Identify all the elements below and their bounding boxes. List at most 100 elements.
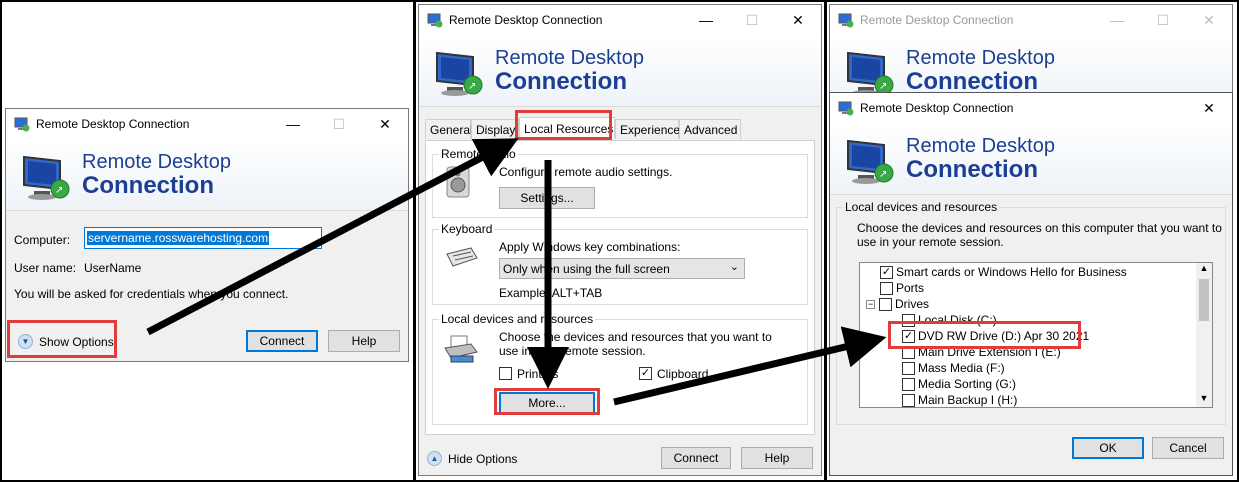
svg-text:↗: ↗ xyxy=(879,169,887,180)
tree-item[interactable]: Media Sorting (G:) xyxy=(902,377,1016,391)
computer-field[interactable]: servername.rosswarehosting.com xyxy=(84,227,322,249)
close-icon[interactable]: ✕ xyxy=(362,109,408,139)
keyboard-select[interactable]: Only when using the full screen ⌄ xyxy=(499,258,745,279)
banner-title-line1: Remote Desktop xyxy=(82,151,231,173)
tree-item[interactable]: Ports xyxy=(880,281,924,295)
tree-item-checkbox[interactable] xyxy=(902,361,915,375)
remote-desktop-icon xyxy=(838,100,854,116)
local-devices-description: Choose the devices and resources that yo… xyxy=(499,330,772,358)
tree-item[interactable]: ✓ Smart cards or Windows Hello for Busin… xyxy=(880,265,1127,279)
cancel-button[interactable]: Cancel xyxy=(1152,437,1224,459)
tab-local-resources[interactable]: Local Resources xyxy=(519,117,615,139)
tree-item[interactable]: ✓ DVD RW Drive (D:) Apr 30 2021 xyxy=(902,329,1089,343)
local-devices-label: Local devices and resources xyxy=(439,312,596,326)
title-bar: Remote Desktop Connection ✕ xyxy=(830,93,1232,123)
description-line1: Choose the devices and resources on this… xyxy=(857,221,1222,235)
tab-strip: General Display Local Resources Experien… xyxy=(425,117,815,141)
window-title: Remote Desktop Connection xyxy=(449,13,603,27)
minimize-icon[interactable]: — xyxy=(683,5,729,35)
tree-item-checkbox[interactable] xyxy=(902,345,915,359)
tree-item[interactable]: Main Backup I (H:) xyxy=(902,393,1017,407)
banner-title-line2: Connection xyxy=(495,68,627,95)
scroll-up-icon[interactable]: ▲ xyxy=(1196,263,1212,277)
help-button[interactable]: Help xyxy=(741,447,813,469)
tree-item[interactable]: Mass Media (F:) xyxy=(902,361,1005,375)
more-button[interactable]: More... xyxy=(499,392,595,414)
group-remote-audio: Remote audio Configure remote audio sett… xyxy=(432,147,808,218)
ok-button[interactable]: OK xyxy=(1072,437,1144,459)
device-tree[interactable]: ✓ Smart cards or Windows Hello for Busin… xyxy=(859,262,1213,408)
speaker-icon xyxy=(445,165,473,199)
help-button[interactable]: Help xyxy=(328,330,400,352)
tree-item-label: Ports xyxy=(896,281,925,295)
window-title: Remote Desktop Connection xyxy=(36,117,190,131)
monitor-logo-icon: ↗ xyxy=(433,49,487,99)
tab-experience[interactable]: Experience xyxy=(615,119,680,139)
connect-button[interactable]: Connect xyxy=(661,447,731,469)
minimize-icon[interactable]: — xyxy=(270,109,316,139)
tab-display[interactable]: Display xyxy=(471,119,519,139)
keyboard-label: Keyboard xyxy=(439,222,495,236)
keyboard-select-value: Only when using the full screen xyxy=(503,262,670,276)
keyboard-icon xyxy=(445,246,479,268)
tree-item[interactable]: Local Disk (C:) xyxy=(902,313,997,327)
collapse-icon[interactable]: − xyxy=(866,299,875,309)
group-label: Local devices and resources xyxy=(843,200,1000,214)
scroll-down-icon[interactable]: ▼ xyxy=(1196,393,1212,407)
show-options-button[interactable]: ▼ Show Options xyxy=(18,334,114,349)
monitor-logo-icon: ↗ xyxy=(844,137,898,187)
tree-item-checkbox[interactable] xyxy=(880,281,893,295)
dialog-back: Remote Desktop Connection — ☐ ✕ ↗ Remote… xyxy=(829,4,1233,104)
tree-item-checkbox[interactable] xyxy=(902,313,915,327)
banner: ↗ Remote Desktop Connection xyxy=(6,139,408,211)
svg-text:↗: ↗ xyxy=(468,81,476,92)
computer-field-value: servername.rosswarehosting.com xyxy=(87,231,270,245)
settings-button[interactable]: Settings... xyxy=(499,187,595,209)
close-icon[interactable]: ✕ xyxy=(1186,93,1232,123)
close-icon: ✕ xyxy=(1203,11,1215,28)
group-local-devices: Local devices and resources Choose the d… xyxy=(836,200,1226,425)
banner-title-line1: Remote Desktop xyxy=(495,47,644,69)
tree-item-checkbox[interactable] xyxy=(902,377,915,391)
tab-advanced[interactable]: Advanced xyxy=(679,119,741,139)
chevron-down-icon: ▼ xyxy=(18,334,33,349)
tree-item[interactable]: Main Drive Extension I (E:) xyxy=(902,345,1061,359)
banner-title-line2: Connection xyxy=(906,156,1038,183)
computer-label: Computer: xyxy=(14,233,71,247)
clipboard-checkbox[interactable]: ✓ xyxy=(639,367,652,380)
remote-desktop-icon xyxy=(838,12,854,28)
maximize-icon: ☐ xyxy=(1156,11,1170,28)
tree-item-label: DVD RW Drive (D:) Apr 30 2021 xyxy=(918,329,1090,343)
tree-item-checkbox[interactable]: ✓ xyxy=(880,265,893,279)
banner: ↗ Remote Desktop Connection xyxy=(830,123,1232,195)
scrollbar-thumb[interactable] xyxy=(1199,279,1209,321)
chevron-up-icon: ▲ xyxy=(427,451,442,466)
panel-divider xyxy=(824,0,827,482)
close-icon[interactable]: ✕ xyxy=(775,5,821,35)
banner-title-line1: Remote Desktop xyxy=(906,135,1055,157)
svg-text:↗: ↗ xyxy=(55,185,63,196)
tree-item[interactable]: − Drives xyxy=(866,297,929,311)
show-options-label: Show Options xyxy=(39,334,114,349)
tab-panel: Remote audio Configure remote audio sett… xyxy=(425,140,815,435)
window-title: Remote Desktop Connection xyxy=(860,13,1014,27)
connect-button[interactable]: Connect xyxy=(246,330,318,352)
tab-general[interactable]: General xyxy=(425,119,473,139)
credentials-note: You will be asked for credentials when y… xyxy=(14,287,289,301)
hide-options-button[interactable]: ▲ Hide Options xyxy=(427,451,517,466)
window-title: Remote Desktop Connection xyxy=(860,101,1014,115)
remote-desktop-icon xyxy=(14,116,30,132)
tree-item-checkbox[interactable] xyxy=(902,393,915,407)
maximize-icon: ☐ xyxy=(332,115,346,132)
vertical-scrollbar[interactable]: ▲ ▼ xyxy=(1196,263,1212,407)
tree-item-label: Smart cards or Windows Hello for Busines… xyxy=(896,265,1127,279)
printers-checkbox[interactable] xyxy=(499,367,512,380)
tree-item-checkbox[interactable]: ✓ xyxy=(902,329,915,343)
chevron-down-icon: ⌄ xyxy=(729,261,739,273)
tree-item-label: Media Sorting (G:) xyxy=(918,377,1017,391)
tree-item-checkbox[interactable] xyxy=(879,297,892,311)
keyboard-example: Example: ALT+TAB xyxy=(499,286,603,300)
banner-title-line1: Remote Desktop xyxy=(906,47,1055,69)
minimize-icon: — xyxy=(1110,12,1124,28)
banner: ↗ Remote Desktop Connection xyxy=(419,35,821,107)
